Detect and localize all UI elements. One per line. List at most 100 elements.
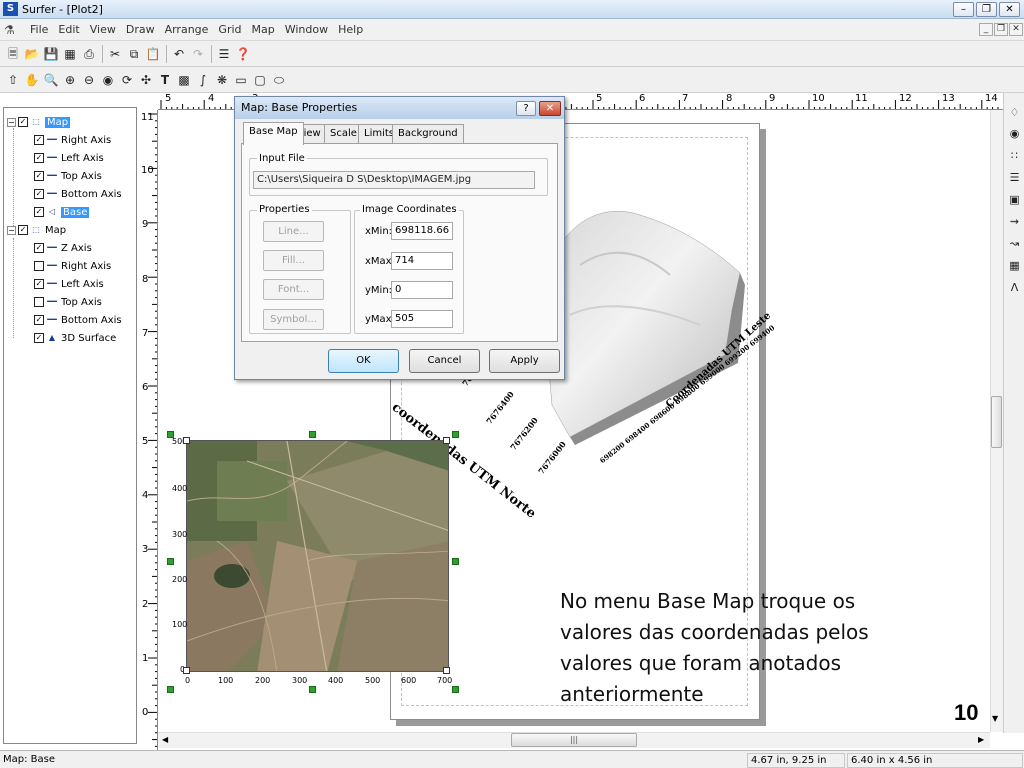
tree-item-right-axis-2[interactable]: ━━ Right Axis	[34, 258, 111, 274]
symbol-button[interactable]: Symbol...	[263, 309, 324, 330]
minimize-button[interactable]: –	[953, 2, 974, 17]
fill-button[interactable]: Fill...	[263, 250, 324, 271]
paste-icon[interactable]: 📋	[144, 45, 162, 63]
open-icon[interactable]: 📂	[23, 45, 41, 63]
visibility-checkbox[interactable]: ✓	[34, 189, 44, 199]
symbol-icon[interactable]: ❋	[213, 71, 231, 89]
menu-grid[interactable]: Grid	[213, 23, 246, 36]
selection-handle[interactable]	[452, 686, 459, 693]
base-map-icon[interactable]: ◉	[1007, 126, 1022, 141]
move-icon[interactable]: ✣	[137, 71, 155, 89]
tree-item-z-axis[interactable]: ✓ ━━ Z Axis	[34, 240, 92, 256]
selection-handle[interactable]	[309, 686, 316, 693]
rotate-icon[interactable]: ⟳	[118, 71, 136, 89]
selection-handle[interactable]	[167, 558, 174, 565]
selection-handle[interactable]	[167, 431, 174, 438]
surface-icon[interactable]: ↝	[1007, 236, 1022, 251]
tree-item-map-2[interactable]: − ✓ ⬚ Map	[7, 222, 66, 238]
doc-minimize-button[interactable]: _	[979, 23, 993, 36]
zoom-in-icon[interactable]: ⊕	[61, 71, 79, 89]
post-map-icon[interactable]: ∷	[1007, 148, 1022, 163]
tree-item-left-axis-2[interactable]: ✓ ━━ Left Axis	[34, 276, 104, 292]
visibility-checkbox[interactable]: ✓	[18, 225, 28, 235]
xmax-input[interactable]: 714	[391, 252, 453, 270]
save-icon[interactable]: 💾	[42, 45, 60, 63]
visibility-checkbox[interactable]: ✓	[34, 243, 44, 253]
tree-item-top-axis[interactable]: ✓ ━━ Top Axis	[34, 168, 102, 184]
text-icon[interactable]: T	[156, 71, 174, 89]
visibility-checkbox[interactable]	[34, 297, 44, 307]
line-button[interactable]: Line...	[263, 221, 324, 242]
wireframe-icon[interactable]: ▦	[1007, 258, 1022, 273]
surfer-app-icon[interactable]: S	[3, 2, 18, 16]
dialog-title-bar[interactable]: Map: Base Properties ? ✕	[235, 97, 564, 119]
polyline-icon[interactable]: ∫	[194, 71, 212, 89]
polygon-icon[interactable]: ▩	[175, 71, 193, 89]
xmin-input[interactable]: 698118.66	[391, 222, 453, 240]
3d-surface-icon[interactable]: Λ	[1007, 280, 1022, 295]
image-map-icon[interactable]: ▣	[1007, 192, 1022, 207]
zoom-rect-icon[interactable]: 🔍	[42, 71, 60, 89]
vector-map-icon[interactable]: ⇝	[1007, 214, 1022, 229]
visibility-checkbox[interactable]: ✓	[34, 279, 44, 289]
menu-help[interactable]: Help	[333, 23, 368, 36]
visibility-checkbox[interactable]: ✓	[34, 315, 44, 325]
dialog-close-button[interactable]: ✕	[539, 101, 561, 116]
scroll-left-icon[interactable]: ◀	[162, 735, 168, 744]
visibility-checkbox[interactable]: ✓	[34, 135, 44, 145]
ok-button[interactable]: OK	[328, 349, 399, 373]
zoom-out-icon[interactable]: ⊖	[80, 71, 98, 89]
collapse-icon[interactable]: −	[7, 117, 16, 127]
vertical-scroll-thumb[interactable]	[991, 396, 1002, 448]
menu-view[interactable]: View	[85, 23, 121, 36]
document-menu-icon[interactable]: ⚗	[4, 23, 18, 37]
print-icon[interactable]: ⎙	[80, 45, 98, 63]
tab-base-map[interactable]: Base Map	[243, 122, 304, 145]
scroll-right-icon[interactable]: ▶	[978, 735, 984, 744]
dialog-help-button[interactable]: ?	[516, 101, 536, 116]
menu-edit[interactable]: Edit	[53, 23, 84, 36]
tree-item-right-axis[interactable]: ✓ ━━ Right Axis	[34, 132, 111, 148]
menu-map[interactable]: Map	[247, 23, 280, 36]
undo-icon[interactable]: ↶	[170, 45, 188, 63]
zoom-page-icon[interactable]: ◉	[99, 71, 117, 89]
tree-item-base[interactable]: ✓ ◁ Base	[34, 204, 90, 220]
select-arrow-icon[interactable]: ⇧	[4, 71, 22, 89]
rectangle-icon[interactable]: ▭	[232, 71, 250, 89]
apply-button[interactable]: Apply	[489, 349, 560, 373]
corner-handle[interactable]	[443, 667, 450, 674]
corner-handle[interactable]	[443, 437, 450, 444]
horizontal-scroll-thumb[interactable]: |||	[511, 733, 637, 747]
visibility-checkbox[interactable]: ✓	[34, 153, 44, 163]
ymin-input[interactable]: 0	[391, 281, 453, 299]
corner-handle[interactable]	[183, 667, 190, 674]
pan-hand-icon[interactable]: ✋	[23, 71, 41, 89]
menu-arrange[interactable]: Arrange	[160, 23, 214, 36]
restore-button[interactable]: ❐	[976, 2, 997, 17]
tab-background[interactable]: Background	[392, 124, 464, 144]
selection-handle[interactable]	[309, 431, 316, 438]
object-manager-icon[interactable]: ☰	[215, 45, 233, 63]
menu-draw[interactable]: Draw	[121, 23, 160, 36]
input-file-path-field[interactable]: C:\Users\Siqueira D S\Desktop\IMAGEM.jpg	[253, 171, 535, 189]
doc-restore-button[interactable]: ❐	[994, 23, 1008, 36]
cancel-button[interactable]: Cancel	[409, 349, 480, 373]
rounded-rect-icon[interactable]: ▢	[251, 71, 269, 89]
close-button[interactable]: ✕	[999, 2, 1020, 17]
selection-handle[interactable]	[452, 558, 459, 565]
collapse-icon[interactable]: −	[7, 225, 16, 235]
visibility-checkbox[interactable]: ✓	[34, 171, 44, 181]
redo-icon[interactable]: ↷	[189, 45, 207, 63]
worksheet-icon[interactable]: ▦	[61, 45, 79, 63]
classed-post-icon[interactable]: ☰	[1007, 170, 1022, 185]
scroll-down-icon[interactable]: ▼	[992, 714, 998, 723]
tree-item-bottom-axis-2[interactable]: ✓ ━━ Bottom Axis	[34, 312, 122, 328]
help-pointer-icon[interactable]: ❓	[234, 45, 252, 63]
copy-icon[interactable]: ⧉	[125, 45, 143, 63]
font-button[interactable]: Font...	[263, 279, 324, 300]
visibility-checkbox[interactable]: ✓	[18, 117, 28, 127]
3d-surface-map[interactable]	[540, 205, 755, 450]
contour-map-icon[interactable]: ♢	[1007, 105, 1022, 120]
menu-file[interactable]: File	[25, 23, 53, 36]
cut-icon[interactable]: ✂	[106, 45, 124, 63]
